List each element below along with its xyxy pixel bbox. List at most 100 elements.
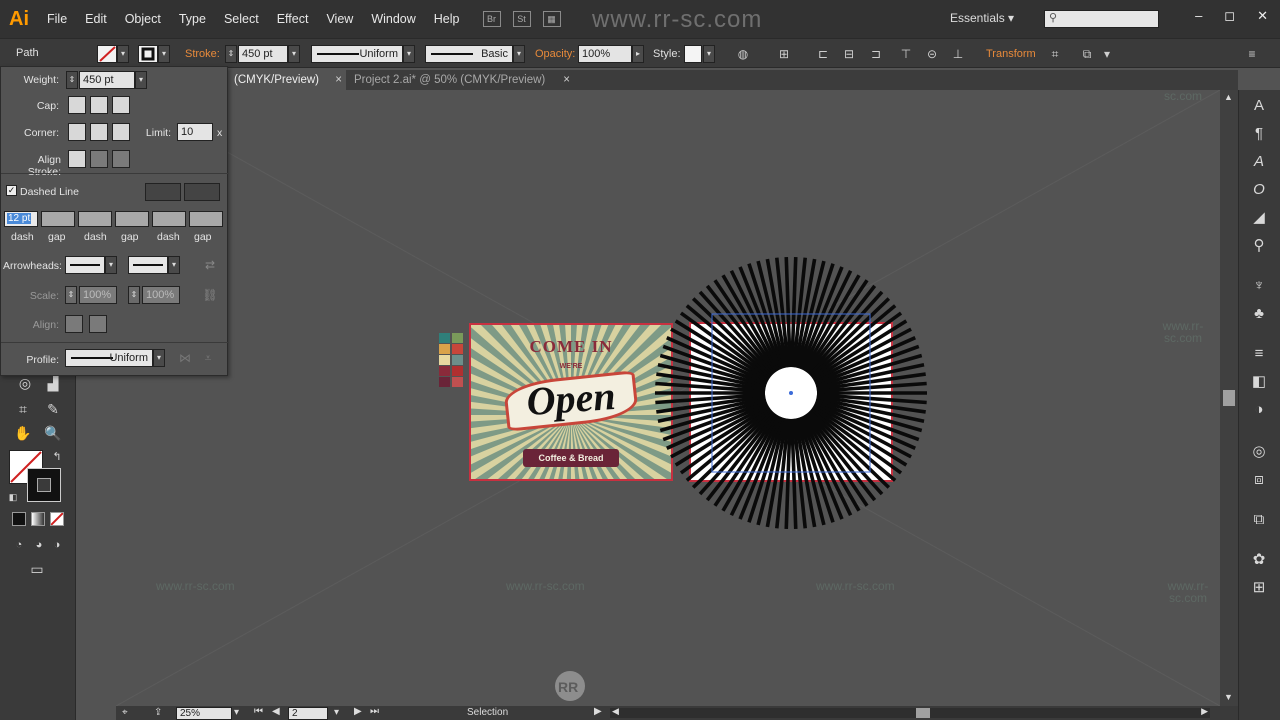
variable-width-profile[interactable]: Uniform [311,45,403,63]
miter-join-button[interactable] [68,123,86,141]
butt-cap-button[interactable] [68,96,86,114]
swatches-panel-icon[interactable]: ⊞ [1249,578,1269,598]
stroke-weight-dropdown[interactable]: ▾ [288,45,300,63]
artboard-nav-icon[interactable]: ⌖ [122,707,128,718]
gradient-panel-icon[interactable]: ◧ [1249,372,1269,392]
symbols-panel-icon[interactable]: ♣ [1249,304,1269,324]
arrange-icon[interactable]: ⧉ [1079,46,1095,62]
align-top-icon[interactable]: ⊤ [898,46,914,62]
style-dropdown[interactable]: ▾ [703,45,715,63]
bridge-icon[interactable]: Br [482,11,501,27]
menu-item-select[interactable]: Select [215,12,268,26]
none-mode-button[interactable] [50,512,64,526]
stroke-color-box[interactable] [27,468,61,502]
slice-tool-icon[interactable]: ✎ [42,398,64,420]
stock-icon[interactable]: St [512,11,531,27]
align-center-stroke-button[interactable] [68,150,86,168]
brush-definition[interactable]: Basic [425,45,513,63]
chevron-down-icon[interactable]: ▾ [1099,46,1115,62]
character-styles-icon[interactable]: A [1249,152,1269,172]
prev-artboard-icon[interactable]: ◀ [272,706,280,717]
align-bottom-icon[interactable]: ⊥ [950,46,966,62]
minimize-button[interactable]: – [1195,8,1202,24]
workspace-switcher[interactable]: Essentials ▾ [950,11,1014,25]
close-button[interactable]: ✕ [1257,8,1268,24]
arrowhead-start-dropdown[interactable]: ▾ [105,256,117,274]
close-tab-icon[interactable]: × [563,70,570,90]
last-artboard-icon[interactable]: ⏭ [370,706,379,717]
stroke-weight-input[interactable]: 450 pt [238,45,288,63]
opacity-link[interactable]: Opacity: [535,48,575,60]
menu-item-window[interactable]: Window [362,12,424,26]
default-colors-icon[interactable]: ◧ [2,486,24,508]
arrowhead-start[interactable] [65,256,105,274]
menu-item-object[interactable]: Object [116,12,170,26]
arrowhead-end-dropdown[interactable]: ▾ [168,256,180,274]
image-trace-icon[interactable]: ⚲ [1249,236,1269,256]
dash-1-input[interactable]: 12 pt [4,211,38,227]
scale-end-input[interactable]: 100% [142,286,180,304]
fill-swatch[interactable] [97,45,117,63]
scroll-right-icon[interactable]: ▶ [1201,706,1208,717]
brush-dropdown[interactable]: ▾ [513,45,525,63]
stroke-panel-icon[interactable]: ≡ [1249,344,1269,364]
stroke-dropdown[interactable]: ▾ [158,45,170,63]
round-cap-button[interactable] [90,96,108,114]
scale-start-input[interactable]: 100% [79,286,117,304]
brushes-panel-icon[interactable]: ♆ [1249,276,1269,296]
radial-burst-art[interactable] [650,252,940,532]
zoom-tool-icon[interactable]: 🔍 [42,422,64,444]
gap-3-input[interactable] [189,211,223,227]
menu-item-help[interactable]: Help [425,12,469,26]
scroll-up-icon[interactable]: ▲ [1224,92,1233,102]
align-to-icon[interactable]: ⊞ [776,46,792,62]
menu-item-edit[interactable]: Edit [76,12,116,26]
menu-item-view[interactable]: View [317,12,362,26]
scroll-thumb[interactable] [1223,390,1235,406]
artboard-tool-icon[interactable]: ⌗ [12,398,34,420]
panel-menu-icon[interactable]: ≡ [1244,46,1260,62]
swap-arrows-icon[interactable]: ⇄ [202,257,218,273]
opentype-panel-icon[interactable]: O [1249,180,1269,200]
character-panel-icon[interactable]: A [1249,96,1269,116]
glyphs-panel-icon[interactable]: ◢ [1249,208,1269,228]
fill-dropdown[interactable]: ▾ [117,45,129,63]
scroll-down-icon[interactable]: ▼ [1224,692,1233,702]
arrowhead-end[interactable] [128,256,168,274]
weight-stepper[interactable]: ⇕ [66,71,78,89]
vertical-scrollbar[interactable]: ▲ ▼ [1220,90,1238,706]
align-inside-stroke-button[interactable] [90,150,108,168]
arrow-align-place-button[interactable] [89,315,107,333]
flip-along-icon[interactable]: ⋈ [177,350,193,366]
align-left-icon[interactable]: ⊏ [815,46,831,62]
swap-fill-stroke-icon[interactable]: ↰ [46,446,68,468]
bevel-join-button[interactable] [112,123,130,141]
isolate-object-icon[interactable]: ⌗ [1047,46,1063,62]
gap-1-input[interactable] [41,211,75,227]
graphic-styles-icon[interactable]: ⧈ [1249,470,1269,490]
draw-normal-icon[interactable]: ◔ [8,534,30,556]
scale-end-stepper[interactable]: ⇕ [128,286,140,304]
search-input[interactable]: ⚲ [1044,10,1159,28]
stroke-link[interactable]: Stroke: [185,48,220,60]
h-scroll-thumb[interactable] [916,708,930,718]
next-artboard-icon[interactable]: ▶ [354,706,362,717]
align-outside-stroke-button[interactable] [112,150,130,168]
graphic-style-swatch[interactable] [684,45,702,63]
appearance-panel-icon[interactable]: ◎ [1249,442,1269,462]
stroke-swatch[interactable] [138,45,158,63]
tab-project-1[interactable]: (CMYK/Preview) × [228,70,346,90]
align-middle-icon[interactable]: ⊝ [924,46,940,62]
tab-project-2[interactable]: Project 2.ai* @ 50% (CMYK/Preview) × [348,70,574,90]
align-center-icon[interactable]: ⊟ [841,46,857,62]
artboard-dropdown-icon[interactable]: ▾ [334,707,339,718]
recolor-artwork-icon[interactable]: ◍ [735,46,751,62]
dashed-line-checkbox[interactable]: ✓ [6,185,17,196]
arrow-align-extend-button[interactable] [65,315,83,333]
menu-item-type[interactable]: Type [170,12,215,26]
opacity-input[interactable]: 100% [578,45,632,63]
scale-start-stepper[interactable]: ⇕ [65,286,77,304]
align-dash-corners-button[interactable] [184,183,220,201]
transparency-panel-icon[interactable]: ◑ [1249,400,1269,420]
color-mode-button[interactable] [12,512,26,526]
